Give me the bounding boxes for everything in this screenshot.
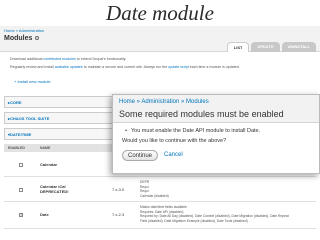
slide-title: Date module	[106, 1, 214, 25]
continue-button[interactable]: Continue	[122, 150, 158, 161]
module-name: Calendar	[40, 162, 58, 167]
module-version: 7.x-2.3	[112, 212, 125, 217]
module-description: DEPR Requi Requi Calendar (disabled)	[140, 180, 169, 198]
desc-line: Required by: Date All Day (disabled), Da…	[140, 214, 289, 218]
help-text-2-mid: to maintain a secure and current site. A…	[82, 65, 169, 69]
contributed-modules-link[interactable]: contributed modules	[43, 57, 75, 61]
tab-list[interactable]: LIST	[226, 42, 250, 52]
shortcut-icon[interactable]	[35, 36, 40, 41]
admin-header: Home » Administration Modules LIST UPDAT…	[0, 26, 320, 52]
desc-line: Calendar (disabled)	[140, 193, 169, 198]
dialog-body: You must enable the Date API module to i…	[113, 123, 319, 175]
module-description: Makes date/time fields available. Requir…	[140, 205, 289, 223]
module-version: 7.x-3.0	[112, 187, 125, 192]
help-text-1: Download additional contributed modules …	[10, 57, 126, 61]
install-new-module-link[interactable]: + Install new module	[14, 79, 51, 84]
tab-update[interactable]: UPDATE	[251, 42, 280, 52]
tab-uninstall[interactable]: UNINSTALL	[281, 42, 316, 52]
col-name: NAME	[40, 146, 51, 150]
dialog-message: You must enable the Date API module to i…	[125, 128, 260, 134]
module-name: Date	[40, 212, 49, 217]
fieldset-ctools-legend[interactable]: ▸CHAOS TOOL SUITE	[8, 116, 49, 121]
help-text-2-prefix: Regularly review and install	[10, 65, 55, 69]
enable-checkbox-calendar[interactable]	[19, 163, 23, 167]
tabs: LIST UPDATE UNINSTALL	[225, 42, 316, 52]
confirmation-dialog: Home » Administration » Modules Some req…	[112, 94, 320, 174]
dialog-title: Some required modules must be enabled	[119, 109, 284, 119]
update-script-link[interactable]: update script	[168, 65, 189, 69]
dialog-breadcrumb[interactable]: Home » Administration » Modules	[119, 99, 209, 105]
breadcrumb[interactable]: Home » Administration	[4, 28, 44, 33]
enable-checkbox-calendar-ical[interactable]	[19, 188, 23, 192]
col-enabled: ENABLED	[8, 146, 25, 150]
help-text-2: Regularly review and install available u…	[10, 65, 240, 69]
table-row: Calendar iCal DEPRECATED! 7.x-3.0 DEPR R…	[4, 178, 316, 202]
enable-checkbox-date[interactable]	[19, 212, 23, 217]
dialog-question: Would you like to continue with the abov…	[122, 138, 227, 144]
page-title: Modules	[4, 35, 40, 42]
module-deprecated-label: DEPRECATED!	[40, 189, 69, 194]
table-row: Date 7.x-2.3 Makes date/time fields avai…	[4, 203, 316, 229]
module-name: Calendar iCal DEPRECATED!	[40, 184, 69, 194]
help-text-2-suffix: each time a module is updated.	[188, 65, 240, 69]
desc-line: Field (disabled), Date Migration Example…	[140, 218, 248, 223]
fieldset-datetime-legend[interactable]: ▾DATE/TIME	[8, 132, 31, 137]
available-updates-link[interactable]: available updates	[55, 65, 83, 69]
dialog-header: Home » Administration » Modules Some req…	[113, 95, 319, 123]
help-text-1-suffix: to extend Drupal's functionality.	[75, 57, 127, 61]
page-title-text: Modules	[4, 35, 33, 42]
help-text-1-prefix: Download additional	[10, 57, 44, 61]
cancel-link[interactable]: Cancel	[164, 152, 183, 158]
fieldset-core-legend[interactable]: ▸CORE	[8, 100, 22, 105]
